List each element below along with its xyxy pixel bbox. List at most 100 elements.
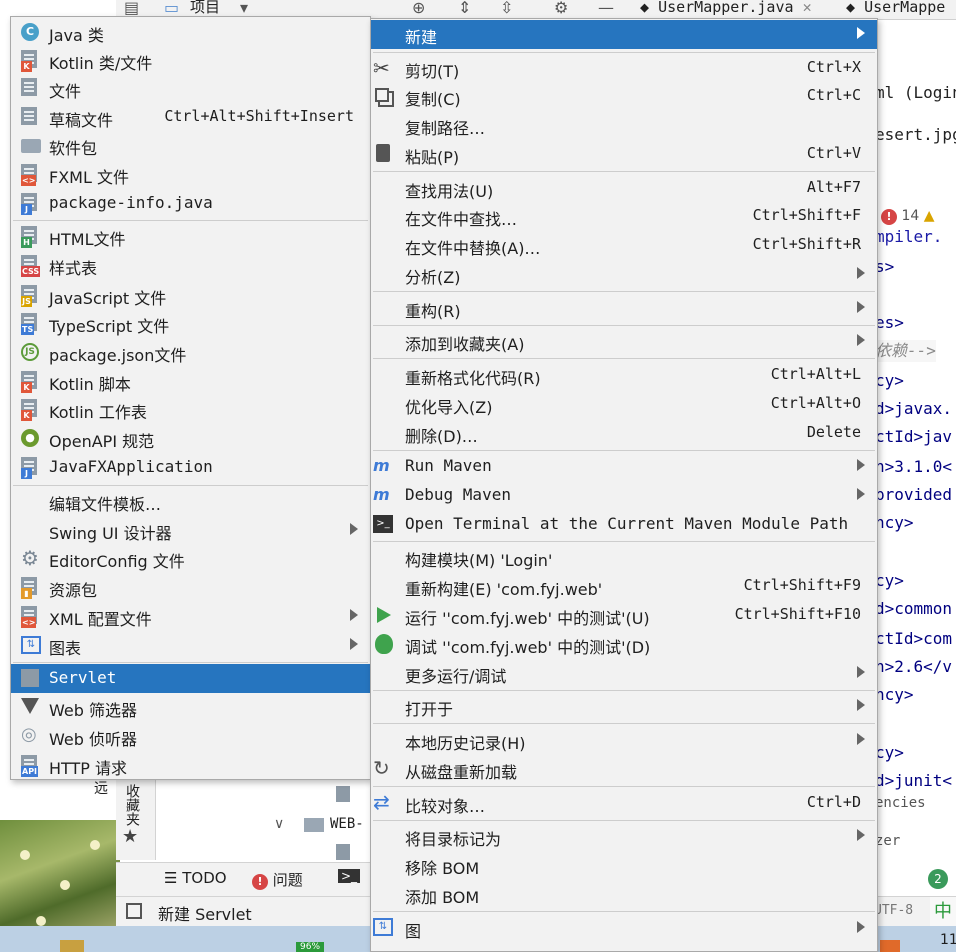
menu-item-replace-in-files[interactable]: 在文件中替换(A)… Ctrl+Shift+R — [371, 231, 877, 260]
separator — [373, 820, 875, 821]
menu-item-xml-config[interactable]: <> XML 配置文件 — [11, 602, 370, 631]
gear-icon[interactable]: ⚙ — [554, 0, 568, 16]
menu-item-kotlin-worksheet[interactable]: K Kotlin 工作表 — [11, 395, 370, 424]
crosshair-icon[interactable]: ⊕ — [412, 0, 425, 16]
expand-all-icon[interactable]: ⇕ — [458, 0, 471, 16]
menu-item-java-class[interactable]: C Java 类 — [11, 18, 370, 47]
menu-item-cut[interactable]: ✂ 剪切(T) Ctrl+X — [371, 54, 877, 83]
terminal-icon[interactable]: >_ — [338, 869, 361, 883]
menu-item-web-listener[interactable]: ◎ Web 侦听器 — [11, 722, 370, 751]
editor-tab-usermapper-2[interactable]: ◆ UserMappe — [846, 0, 945, 20]
todo-tab[interactable]: ☰ TODO — [164, 869, 227, 887]
menu-item-reformat-code[interactable]: 重新格式化代码(R) Ctrl+Alt+L — [371, 361, 877, 390]
menu-item-editorconfig[interactable]: ⚙ EditorConfig 文件 — [11, 544, 370, 573]
menu-item-remove-bom[interactable]: 移除 BOM — [371, 851, 877, 880]
editor-line: d>common — [875, 599, 953, 618]
menu-item-http-request[interactable]: API HTTP 请求 — [11, 751, 370, 780]
tree-item[interactable]: 远 — [94, 778, 108, 798]
chevron-right-icon — [857, 921, 865, 933]
favorites-tab[interactable]: 收藏夹 — [122, 784, 140, 826]
menu-item-find-usages[interactable]: 查找用法(U) Alt+F7 — [371, 174, 877, 203]
mybatis-bird-icon: ◆ — [846, 0, 856, 16]
menu-item-swing-ui-designer[interactable]: Swing UI 设计器 — [11, 516, 370, 545]
kotlin-icon: K — [21, 50, 39, 72]
menu-item-paste[interactable]: 粘贴(P) Ctrl+V — [371, 140, 877, 169]
menu-item-open-terminal-maven[interactable]: >_ Open Terminal at the Current Maven Mo… — [371, 510, 877, 539]
menu-item-diagram[interactable]: ⇅ 图表 — [11, 631, 370, 660]
html-icon: H — [21, 226, 39, 248]
menu-item-find-in-files[interactable]: 在文件中查找… Ctrl+Shift+F — [371, 202, 877, 231]
taskbar-app-icon[interactable] — [880, 940, 900, 952]
menu-item-fxml[interactable]: <> FXML 文件 — [11, 160, 370, 189]
layout-icon[interactable]: ▤ — [124, 0, 139, 16]
chevron-down-icon[interactable]: ▾ — [240, 0, 248, 16]
menu-item-typescript[interactable]: TS TypeScript 文件 — [11, 309, 370, 338]
menu-item-package-info[interactable]: J package-info.java — [11, 189, 370, 218]
star-icon[interactable]: ★ — [122, 826, 138, 847]
menu-item-local-history[interactable]: 本地历史记录(H) — [371, 726, 877, 755]
menu-item-package-json[interactable]: JS package.json文件 — [11, 338, 370, 367]
menu-item-delete[interactable]: 删除(D)… Delete — [371, 419, 877, 448]
menu-item-javafx-application[interactable]: J JavaFXApplication — [11, 453, 370, 482]
warning-icon: ▲ — [923, 208, 935, 224]
menu-item-debug-maven[interactable]: m Debug Maven — [371, 481, 877, 510]
menu-item-more-run-debug[interactable]: 更多运行/调试 — [371, 659, 877, 688]
menu-item-mark-directory-as[interactable]: 将目录标记为 — [371, 822, 877, 851]
menu-item-add-bom[interactable]: 添加 BOM — [371, 880, 877, 909]
separator — [373, 541, 875, 542]
menu-item-compare-with[interactable]: ⇄ 比较对象… Ctrl+D — [371, 789, 877, 818]
menu-item-copy[interactable]: 复制(C) Ctrl+C — [371, 82, 877, 111]
menu-item-scratch-file[interactable]: 草稿文件 Ctrl+Alt+Shift+Insert — [11, 103, 370, 132]
menu-item-new[interactable]: 新建 — [371, 20, 877, 49]
menu-item-build-module[interactable]: 构建模块(M) 'Login' — [371, 543, 877, 572]
menu-item-run-maven[interactable]: m Run Maven — [371, 452, 877, 481]
menu-item-stylesheet[interactable]: CSS 样式表 — [11, 251, 370, 280]
menu-item-web-filter[interactable]: Web 筛选器 — [11, 693, 370, 722]
problems-tab[interactable]: ! 问题 — [252, 869, 303, 890]
code-editor[interactable]: ml (Login esert.jpg ! 14 ▲ mpiler. s> es… — [870, 20, 956, 900]
menu-item-rebuild[interactable]: 重新构建(E) 'com.fyj.web' Ctrl+Shift+F9 — [371, 572, 877, 601]
encoding-indicator[interactable]: UTF-8 — [874, 903, 913, 918]
menu-item-diagrams[interactable]: ⇅ 图 — [371, 914, 877, 943]
chevron-right-icon — [857, 301, 865, 313]
taskbar-app-icon[interactable] — [60, 940, 84, 952]
chevron-right-icon — [857, 699, 865, 711]
editor-tab-usermapper[interactable]: ◆ UserMapper.java ✕ — [640, 0, 812, 20]
menu-item-kotlin-class[interactable]: K Kotlin 类/文件 — [11, 46, 370, 75]
chevron-down-icon[interactable]: ∨ — [274, 816, 284, 832]
menu-item-refactor[interactable]: 重构(R) — [371, 294, 877, 323]
ime-indicator[interactable]: 中 — [930, 897, 956, 927]
minimize-icon[interactable]: — — [598, 0, 614, 16]
menu-item-openapi[interactable]: ● OpenAPI 规范 — [11, 424, 370, 453]
collapse-all-icon[interactable]: ⇳ — [500, 0, 513, 16]
notification-badge[interactable]: 2 — [928, 869, 948, 889]
project-tree: 远 ∨ WEB- — [94, 780, 372, 860]
menu-item-package[interactable]: 软件包 — [11, 131, 370, 160]
menu-item-resource-bundle[interactable]: ▮ 资源包 — [11, 573, 370, 602]
menu-item-run-tests[interactable]: 运行 ''com.fyj.web' 中的测试'(U) Ctrl+Shift+F1… — [371, 601, 877, 630]
menu-item-html[interactable]: H HTML文件 — [11, 222, 370, 251]
todo-label: TODO — [182, 869, 227, 887]
tree-item[interactable]: WEB- — [330, 816, 364, 832]
menu-item-edit-file-templates[interactable]: 编辑文件模板… — [11, 487, 370, 516]
toggle-panel-icon[interactable] — [126, 903, 142, 919]
menu-item-file[interactable]: 文件 — [11, 74, 370, 103]
editor-line: n>3.1.0< — [875, 457, 953, 476]
menu-item-optimize-imports[interactable]: 优化导入(Z) Ctrl+Alt+O — [371, 390, 877, 419]
editor-line: ctId>com — [875, 629, 953, 648]
error-badge[interactable]: ! 14 ▲ — [881, 208, 935, 225]
menu-item-add-to-favorites[interactable]: 添加到收藏夹(A) — [371, 327, 877, 356]
close-icon[interactable]: ✕ — [803, 0, 812, 16]
package-icon — [21, 139, 41, 153]
menu-item-javascript[interactable]: JS JavaScript 文件 — [11, 281, 370, 310]
list-icon: ☰ — [164, 869, 178, 887]
menu-item-kotlin-script[interactable]: K Kotlin 脚本 — [11, 367, 370, 396]
menu-item-reload-from-disk[interactable]: ↻ 从磁盘重新加载 — [371, 755, 877, 784]
battery-indicator[interactable]: 96% — [296, 942, 325, 952]
menu-item-open-in[interactable]: 打开于 — [371, 692, 877, 721]
menu-item-analyze[interactable]: 分析(Z) — [371, 260, 877, 289]
menu-item-servlet[interactable]: Servlet — [11, 664, 370, 693]
menu-item-copy-path[interactable]: 复制路径… — [371, 111, 877, 140]
menu-item-debug-tests[interactable]: 调试 ''com.fyj.web' 中的测试'(D) — [371, 630, 877, 659]
chevron-right-icon — [857, 666, 865, 678]
